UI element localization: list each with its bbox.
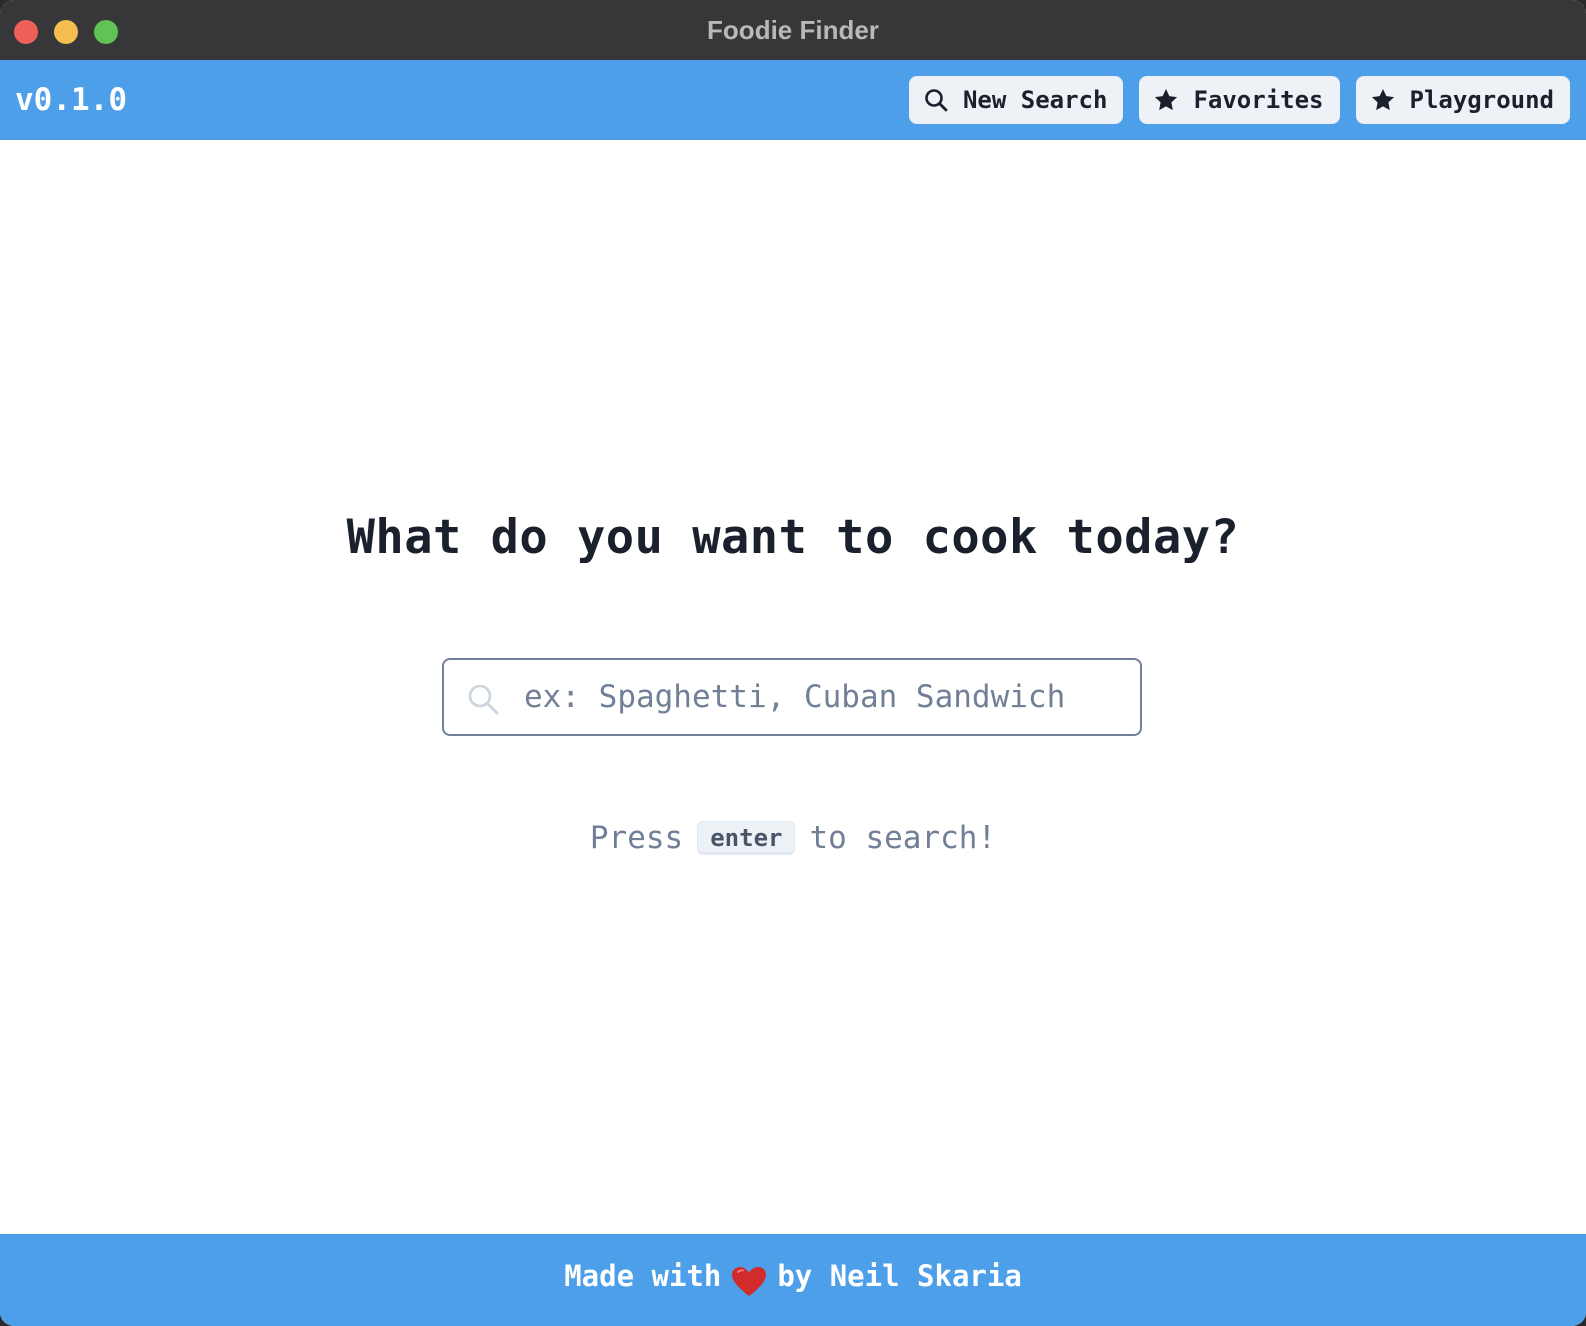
new-search-button[interactable]: New Search [908, 76, 1124, 124]
main-content: What do you want to cook today? Press ent… [0, 140, 1586, 1234]
title-bar: Foodie Finder [0, 0, 1586, 61]
hint-press-text: Press [589, 820, 684, 856]
star-icon [1153, 87, 1179, 113]
heart-icon [731, 1258, 767, 1296]
playground-button[interactable]: Playground [1355, 76, 1570, 124]
favorites-button[interactable]: Favorites [1139, 76, 1340, 124]
playground-label: Playground [1409, 86, 1555, 114]
window-title: Foodie Finder [707, 15, 879, 45]
navbar: v0.1.0 New Search Favorites Playground [0, 60, 1586, 140]
recipe-search-input[interactable] [524, 660, 1124, 734]
nav-buttons: New Search Favorites Playground [908, 76, 1570, 124]
new-search-label: New Search [962, 86, 1108, 114]
search-hint: Press enter to search! [0, 820, 1586, 857]
page-heading: What do you want to cook today? [346, 510, 1240, 565]
footer-made-with: Made with [564, 1259, 722, 1293]
footer-author: by Neil Skaria [777, 1259, 1022, 1293]
footer: Made with by Neil Skaria [0, 1234, 1586, 1326]
hint-search-text: to search! [809, 820, 997, 856]
footer-credit: Made with by Neil Skaria [0, 1246, 1586, 1306]
favorites-label: Favorites [1193, 86, 1324, 114]
enter-key-badge: enter [697, 820, 796, 855]
version-label: v0.1.0 [15, 82, 127, 118]
star-icon [1370, 87, 1396, 113]
search-box[interactable] [442, 658, 1142, 736]
search-icon [466, 682, 500, 716]
app-window: Foodie Finder v0.1.0 New Search Favorite… [0, 0, 1586, 1326]
search-icon [923, 87, 949, 113]
